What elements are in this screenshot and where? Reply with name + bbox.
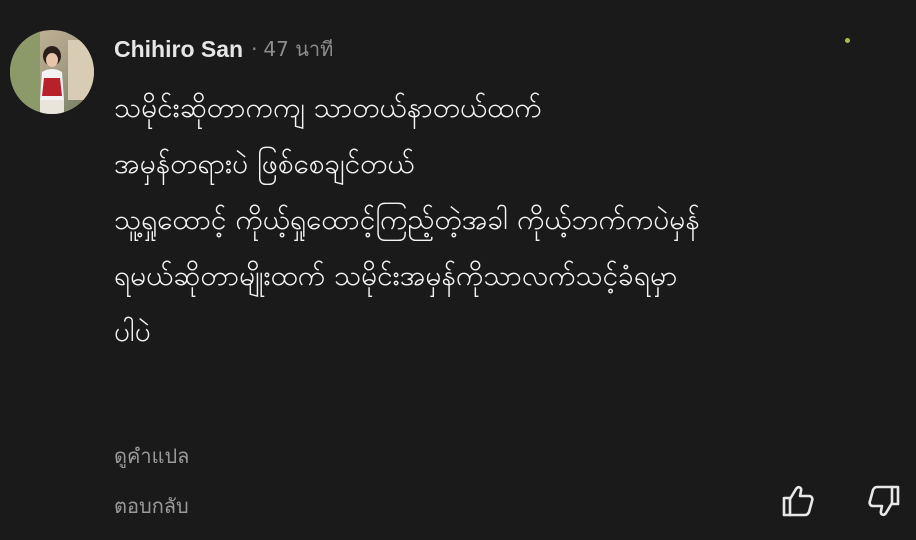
- author-name[interactable]: Chihiro San: [114, 36, 243, 63]
- separator-dot: ·: [251, 37, 258, 61]
- comment-line: သူ့ရှုထောင့် ကိုယ့်ရှုထောင့်ကြည့်တဲ့အခါ …: [114, 203, 700, 236]
- see-translation-link[interactable]: ดูคำแปล: [114, 440, 189, 472]
- comment-line: ရမယ်ဆိုတာမျိုးထက် သမိုင်းအမှန်ကိုသာလက်သင…: [114, 259, 678, 292]
- comment-line: သမိုင်းဆိုတာကကျ သာတယ်နာတယ်ထက်: [114, 91, 542, 124]
- avatar[interactable]: [10, 30, 94, 114]
- avatar-image: [10, 30, 94, 114]
- thumbs-down-icon: [868, 485, 900, 517]
- reply-button[interactable]: ตอบกลับ: [114, 490, 189, 522]
- timestamp: 47 นาที: [263, 37, 334, 61]
- like-button[interactable]: [780, 483, 816, 519]
- comment-header: Chihiro San · 47 นาที: [114, 32, 333, 66]
- thumbs-up-icon: [782, 485, 814, 517]
- dislike-button[interactable]: [866, 483, 902, 519]
- comment-line: အမှန်တရားပဲ ဖြစ်စေချင်တယ်: [114, 147, 415, 180]
- comment-line: ပါပဲ: [114, 315, 151, 348]
- decorative-dot: [845, 38, 850, 43]
- comment-card: Chihiro San · 47 นาที သမိုင်းဆိုတာကကျ သာ…: [0, 0, 916, 540]
- comment-text: သမိုင်းဆိုတာကကျ သာတယ်နာတယ်ထက် အမှန်တရားပ…: [114, 80, 904, 360]
